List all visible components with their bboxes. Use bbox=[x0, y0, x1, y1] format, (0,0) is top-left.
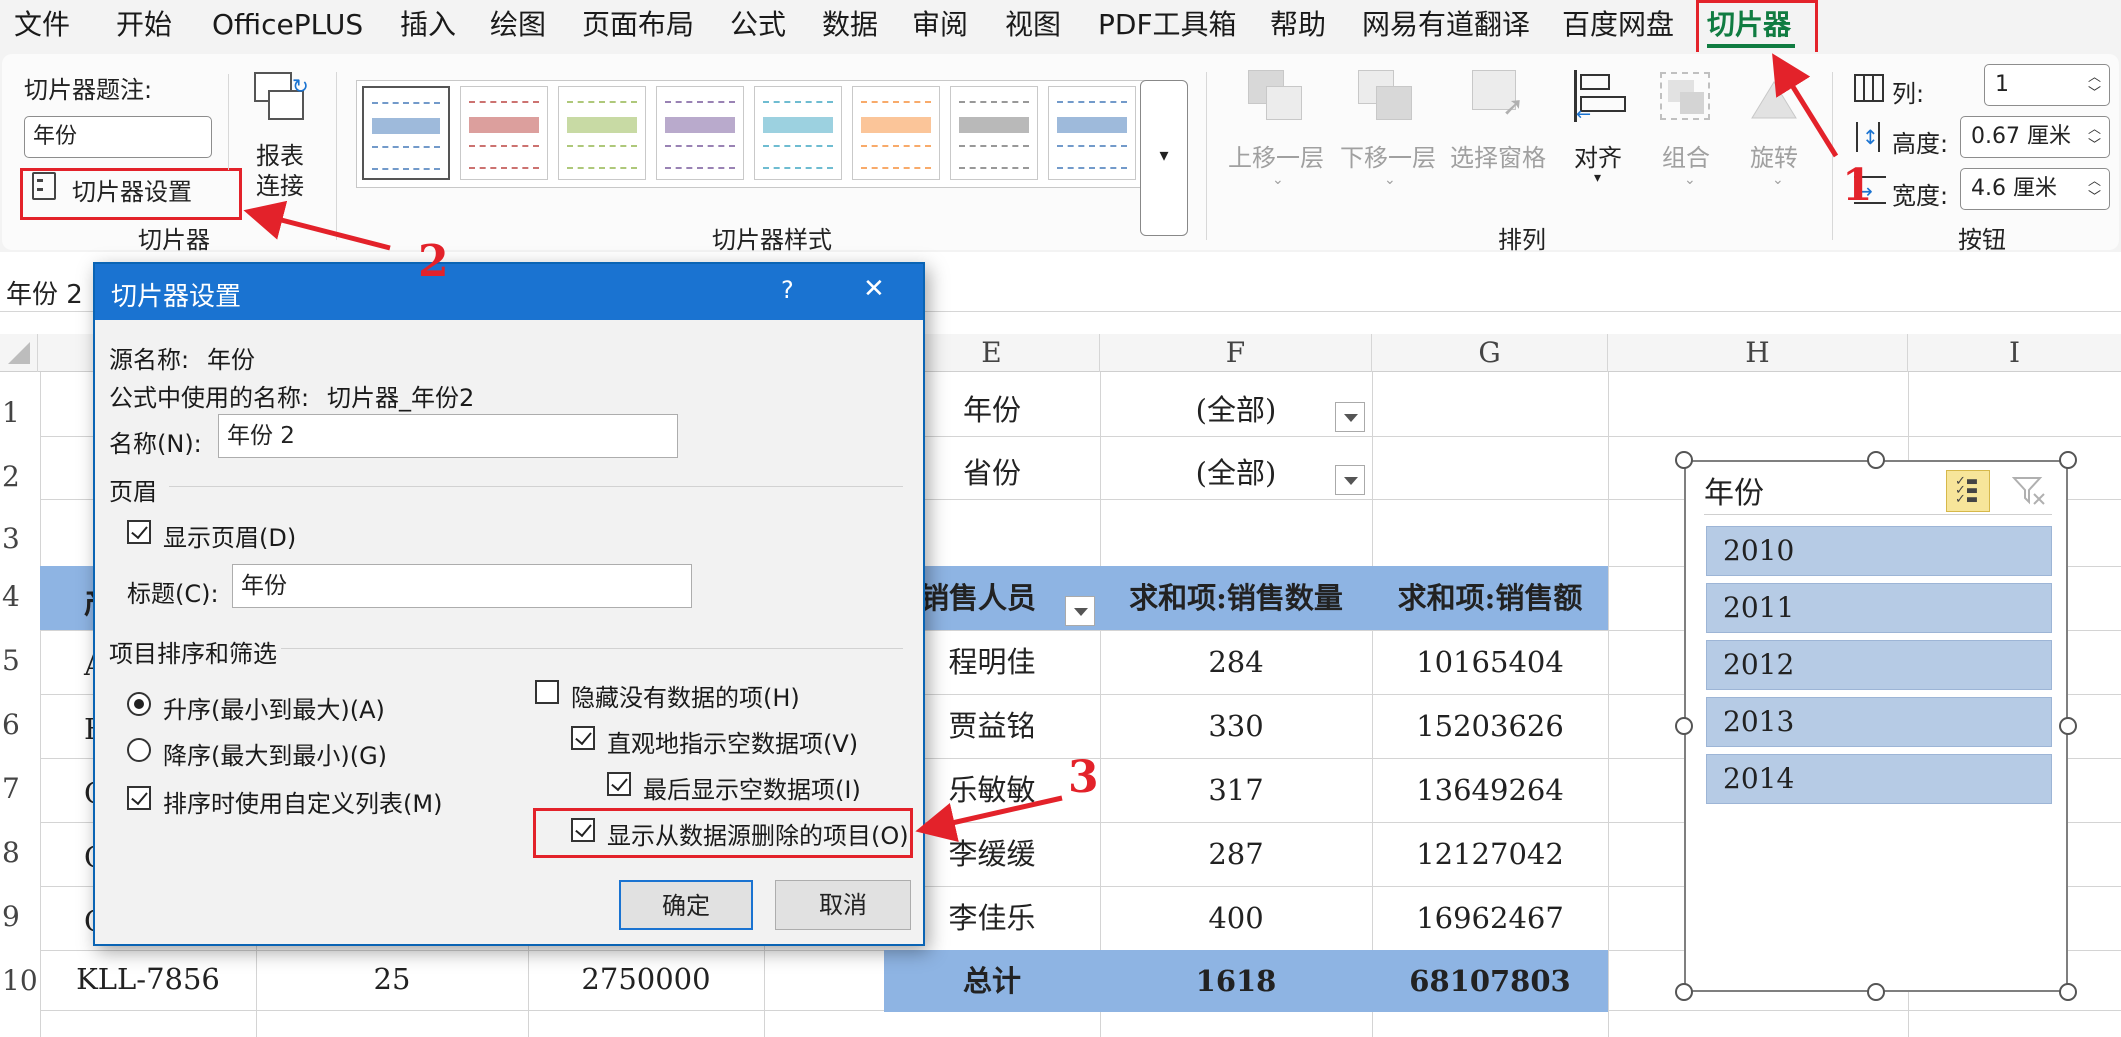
arrow-2 bbox=[243, 200, 391, 251]
annotation-number-1: 1 bbox=[1842, 160, 1873, 211]
arrow-1 bbox=[1772, 53, 1839, 158]
annotation-number-2: 2 bbox=[418, 236, 449, 287]
arrow-3 bbox=[915, 795, 1063, 842]
annotation-number-3: 3 bbox=[1068, 752, 1099, 803]
annotation-arrows bbox=[243, 53, 1839, 842]
